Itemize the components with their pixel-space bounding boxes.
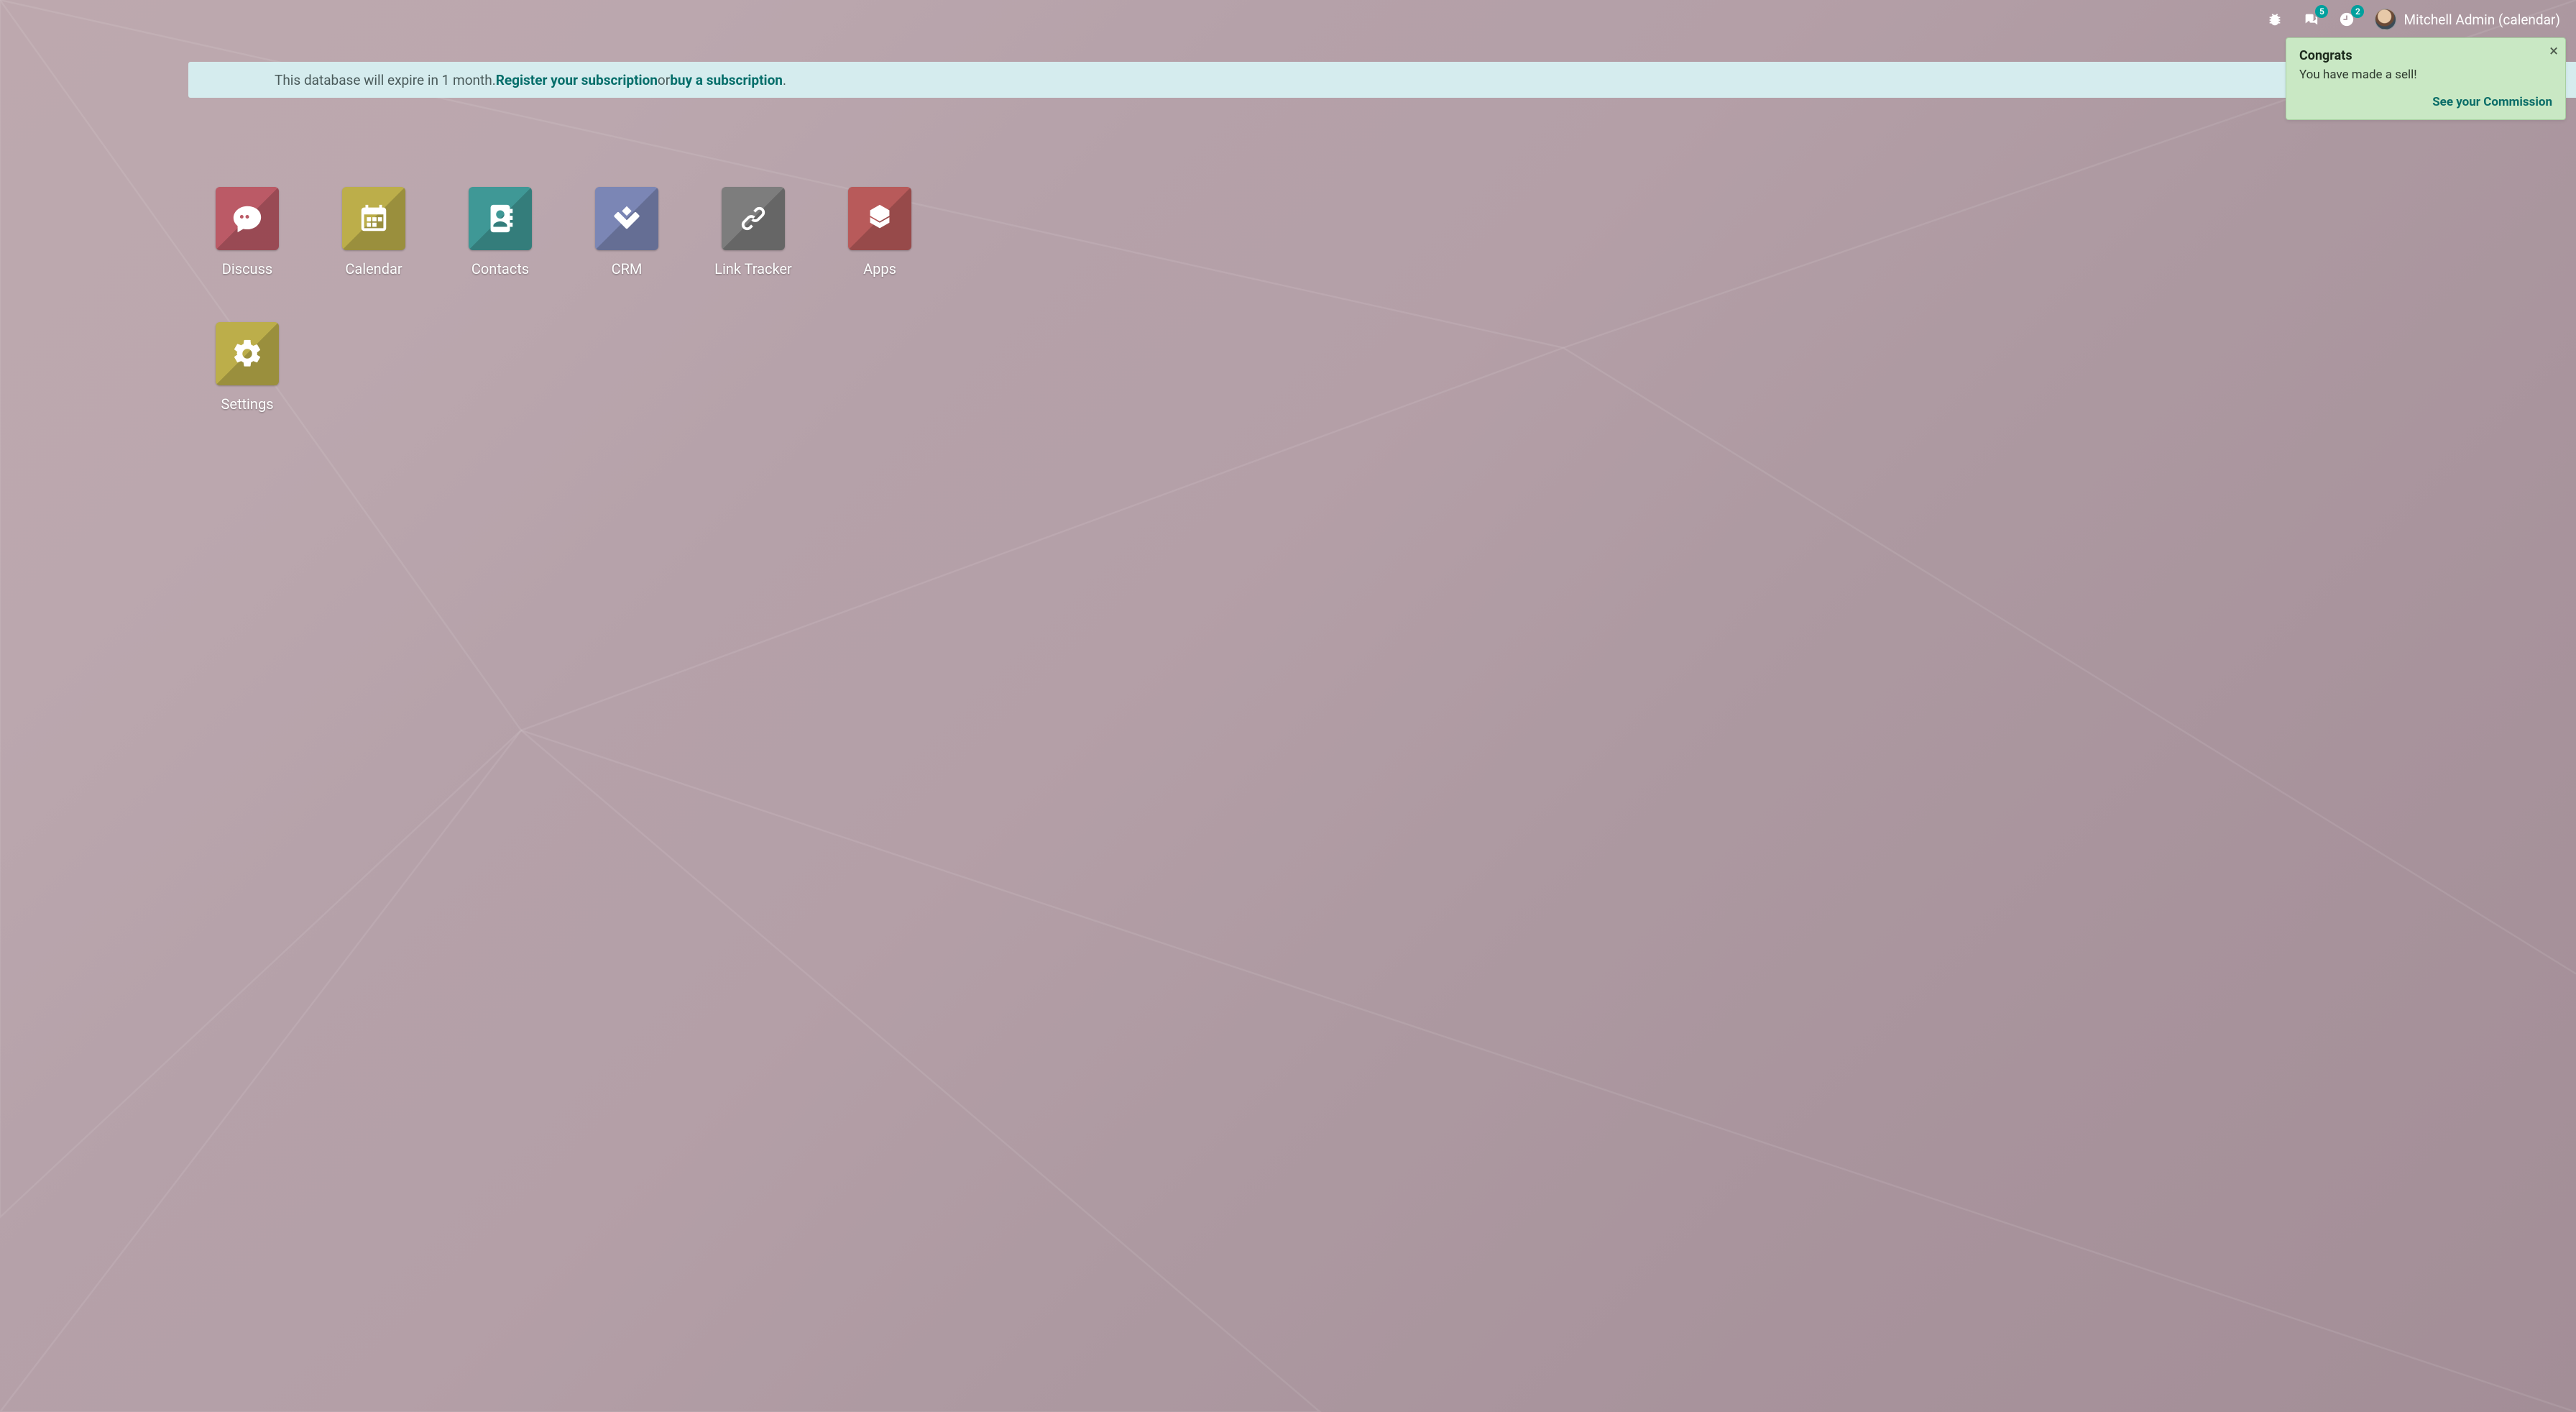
register-subscription-link[interactable]: Register your subscription: [496, 72, 658, 88]
toast-body: You have made a sell!: [2299, 68, 2552, 82]
notification-toast: × Congrats You have made a sell! See you…: [2286, 37, 2566, 120]
activities-icon[interactable]: 2: [2339, 12, 2355, 27]
app-contacts[interactable]: Contacts: [437, 187, 564, 278]
app-label: Contacts: [472, 260, 529, 278]
toast-action-link[interactable]: See your Commission: [2432, 95, 2552, 109]
app-label: Discuss: [222, 260, 272, 278]
app-label: CRM: [612, 260, 643, 278]
crm-icon: [595, 187, 658, 250]
messages-badge: 5: [2315, 5, 2328, 18]
app-label: Calendar: [345, 260, 402, 278]
topbar: 5 2 Mitchell Admin (calendar): [2267, 0, 2576, 39]
user-menu[interactable]: Mitchell Admin (calendar): [2375, 9, 2560, 30]
activities-badge: 2: [2351, 5, 2364, 18]
avatar: [2375, 9, 2396, 30]
bug-icon[interactable]: [2267, 12, 2283, 27]
expiry-banner: This database will expire in 1 month. Re…: [188, 62, 2576, 98]
contacts-icon: [469, 187, 532, 250]
app-settings[interactable]: Settings: [184, 322, 310, 413]
app-discuss[interactable]: Discuss: [184, 187, 310, 278]
app-calendar[interactable]: Calendar: [310, 187, 437, 278]
banner-suffix: .: [783, 72, 786, 88]
app-label: Link Tracker: [714, 260, 792, 278]
calendar-icon: [342, 187, 405, 250]
link-icon: [722, 187, 785, 250]
settings-icon: [216, 322, 279, 385]
discuss-icon: [216, 187, 279, 250]
app-apps[interactable]: Apps: [816, 187, 943, 278]
apps-icon: [848, 187, 911, 250]
app-label: Settings: [221, 395, 273, 413]
buy-subscription-link[interactable]: buy a subscription: [670, 72, 783, 88]
close-icon[interactable]: ×: [2549, 44, 2558, 60]
app-crm[interactable]: CRM: [564, 187, 690, 278]
username: Mitchell Admin (calendar): [2404, 12, 2560, 28]
app-grid: Discuss Calendar Contacts CRM Link Tracker Ap…: [184, 187, 943, 413]
app-label: Apps: [863, 260, 896, 278]
toast-title: Congrats: [2299, 48, 2552, 63]
messages-icon[interactable]: 5: [2303, 12, 2319, 27]
app-link-tracker[interactable]: Link Tracker: [690, 187, 816, 278]
banner-prefix: This database will expire in 1 month.: [275, 72, 496, 88]
banner-between: or: [658, 72, 670, 88]
